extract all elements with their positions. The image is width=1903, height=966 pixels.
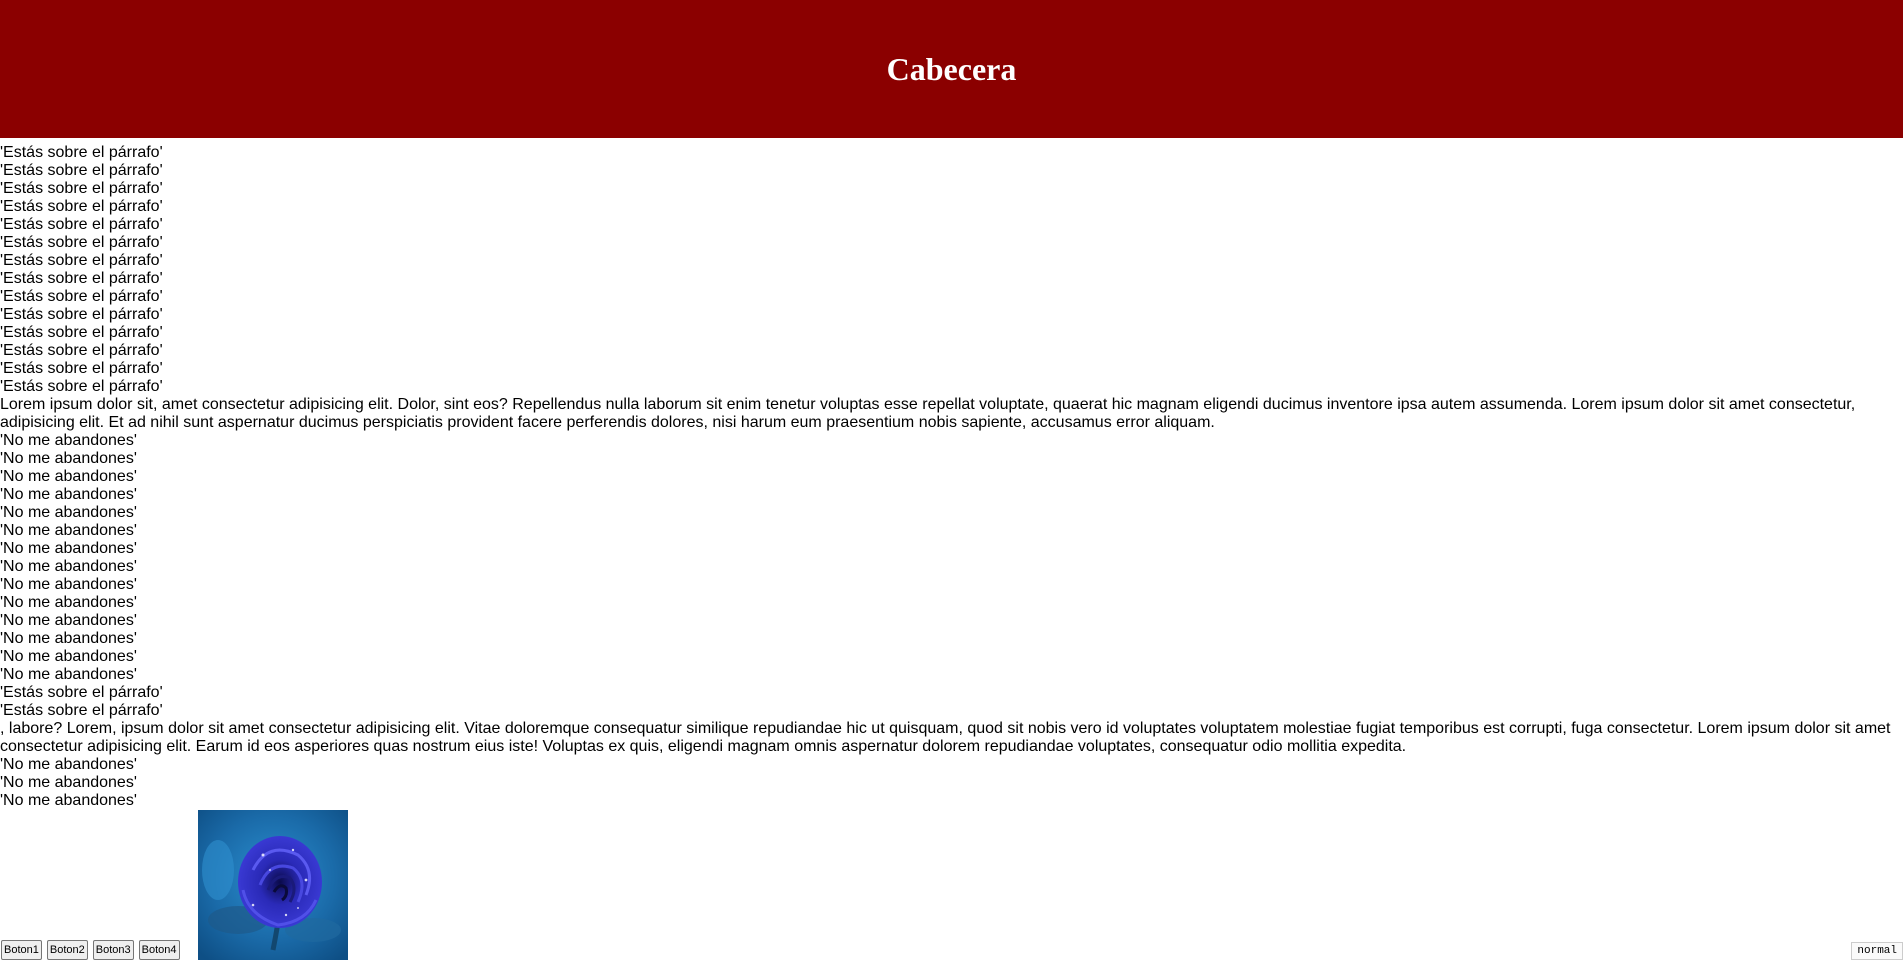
text-line: 'Estás sobre el párrafo' bbox=[0, 288, 163, 305]
text-line: 'Estás sobre el párrafo' bbox=[0, 342, 163, 359]
text-line: 'No me abandones' bbox=[0, 486, 137, 503]
text-line: 'No me abandones' bbox=[0, 612, 137, 629]
page-header: Cabecera bbox=[0, 0, 1903, 138]
boton3-button[interactable]: Boton3 bbox=[92, 940, 134, 960]
text-line: 'No me abandones' bbox=[0, 558, 137, 575]
page-title: Cabecera bbox=[886, 50, 1017, 87]
text-line: 'No me abandones' bbox=[0, 756, 137, 773]
text-line: 'Estás sobre el párrafo' bbox=[0, 306, 163, 323]
text-line: Lorem ipsum dolor sit, amet consectetur … bbox=[0, 396, 1856, 431]
bottom-row: Boton1 Boton2 Boton3 Boton4 normal bbox=[0, 810, 1903, 960]
text-line: 'Estás sobre el párrafo' bbox=[0, 162, 163, 179]
text-line: 'No me abandones' bbox=[0, 576, 137, 593]
text-line: 'No me abandones' bbox=[0, 594, 137, 611]
text-line: 'No me abandones' bbox=[0, 468, 137, 485]
text-line: 'No me abandones' bbox=[0, 450, 137, 467]
text-line: 'No me abandones' bbox=[0, 504, 137, 521]
text-line: 'Estás sobre el párrafo' bbox=[0, 180, 163, 197]
text-line: 'No me abandones' bbox=[0, 666, 137, 683]
text-line: 'Estás sobre el párrafo' bbox=[0, 234, 163, 251]
text-line: 'No me abandones' bbox=[0, 540, 137, 557]
text-line: 'Estás sobre el párrafo' bbox=[0, 144, 163, 161]
boton1-button[interactable]: Boton1 bbox=[1, 940, 42, 960]
text-line: , labore? Lorem, ipsum dolor sit amet co… bbox=[0, 720, 1891, 755]
text-line: 'Estás sobre el párrafo' bbox=[0, 360, 163, 377]
text-line: 'No me abandones' bbox=[0, 648, 137, 665]
boton4-button[interactable]: Boton4 bbox=[138, 940, 180, 960]
blue-rose-image bbox=[198, 810, 348, 960]
text-line: 'Estás sobre el párrafo' bbox=[0, 198, 163, 215]
text-line: 'Estás sobre el párrafo' bbox=[0, 684, 163, 701]
text-line: 'Estás sobre el párrafo' bbox=[0, 216, 163, 233]
text-line: 'No me abandones' bbox=[0, 522, 137, 539]
text-line: 'Estás sobre el párrafo' bbox=[0, 324, 163, 341]
text-line: 'Estás sobre el párrafo' bbox=[0, 702, 163, 719]
boton2-button[interactable]: Boton2 bbox=[46, 940, 88, 960]
text-line: 'Estás sobre el párrafo' bbox=[0, 270, 163, 287]
content-area: 'Estás sobre el párrafo' 'Estás sobre el … bbox=[0, 144, 1903, 810]
status-indicator: normal bbox=[1851, 942, 1903, 960]
text-line: 'No me abandones' bbox=[0, 792, 137, 809]
text-line: 'No me abandones' bbox=[0, 432, 137, 449]
text-line: 'Estás sobre el párrafo' bbox=[0, 252, 163, 269]
button-group: Boton1 Boton2 Boton3 Boton4 bbox=[0, 940, 180, 960]
text-line: 'No me abandones' bbox=[0, 774, 137, 791]
text-line: 'Estás sobre el párrafo' bbox=[0, 378, 163, 395]
text-line: 'No me abandones' bbox=[0, 630, 137, 647]
rose-icon bbox=[198, 810, 348, 960]
